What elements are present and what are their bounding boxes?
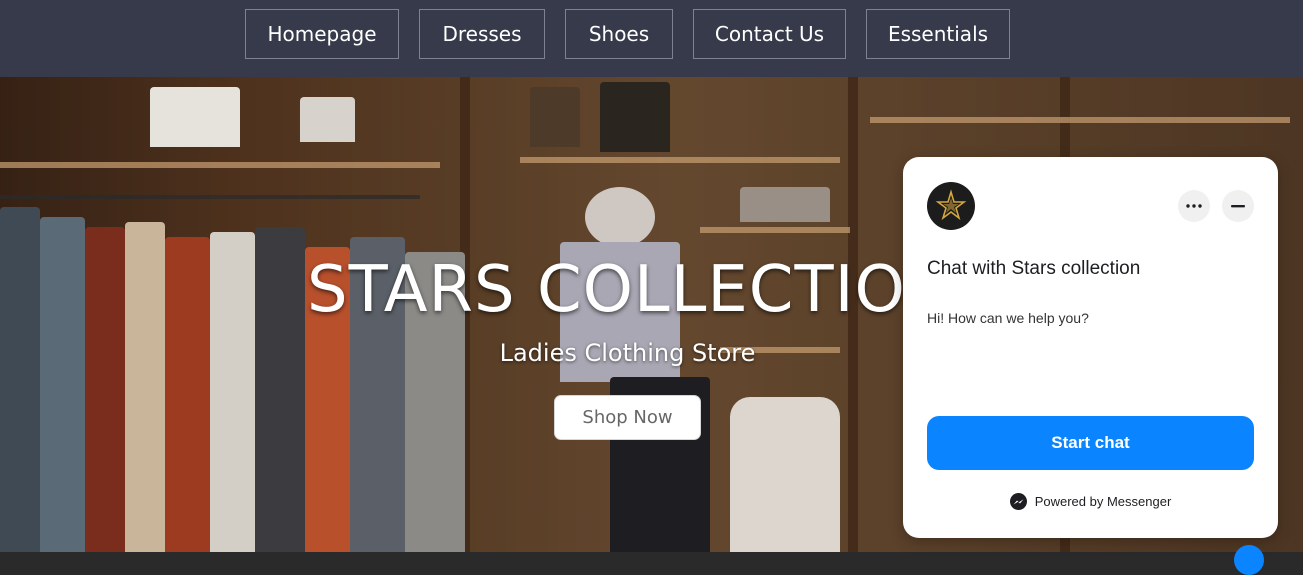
- shop-now-button[interactable]: Shop Now: [554, 395, 701, 440]
- chat-launcher-button[interactable]: [1234, 545, 1264, 575]
- chat-avatar: [927, 182, 975, 230]
- nav-homepage[interactable]: Homepage: [245, 9, 399, 59]
- more-options-button[interactable]: [1178, 190, 1210, 222]
- star-logo-icon: [935, 189, 967, 221]
- minimize-icon: [1231, 204, 1245, 207]
- messenger-icon: [1009, 493, 1027, 510]
- start-chat-button[interactable]: Start chat: [927, 416, 1254, 470]
- powered-by-messenger[interactable]: Powered by Messenger: [903, 493, 1278, 510]
- top-navigation: Homepage Dresses Shoes Contact Us Essent…: [0, 0, 1303, 77]
- chat-title: Chat with Stars collection: [927, 258, 1141, 279]
- nav-dresses[interactable]: Dresses: [419, 9, 545, 59]
- minimize-button[interactable]: [1222, 190, 1254, 222]
- nav-shoes[interactable]: Shoes: [565, 9, 673, 59]
- more-options-icon: [1186, 204, 1202, 208]
- nav-contact-us[interactable]: Contact Us: [693, 9, 846, 59]
- chat-widget: Chat with Stars collection Hi! How can w…: [903, 157, 1278, 538]
- hero-title: STARS COLLECTIO: [307, 253, 906, 327]
- powered-by-label: Powered by Messenger: [1034, 494, 1172, 509]
- nav-essentials[interactable]: Essentials: [866, 9, 1010, 59]
- chat-greeting: Hi! How can we help you?: [927, 310, 1089, 326]
